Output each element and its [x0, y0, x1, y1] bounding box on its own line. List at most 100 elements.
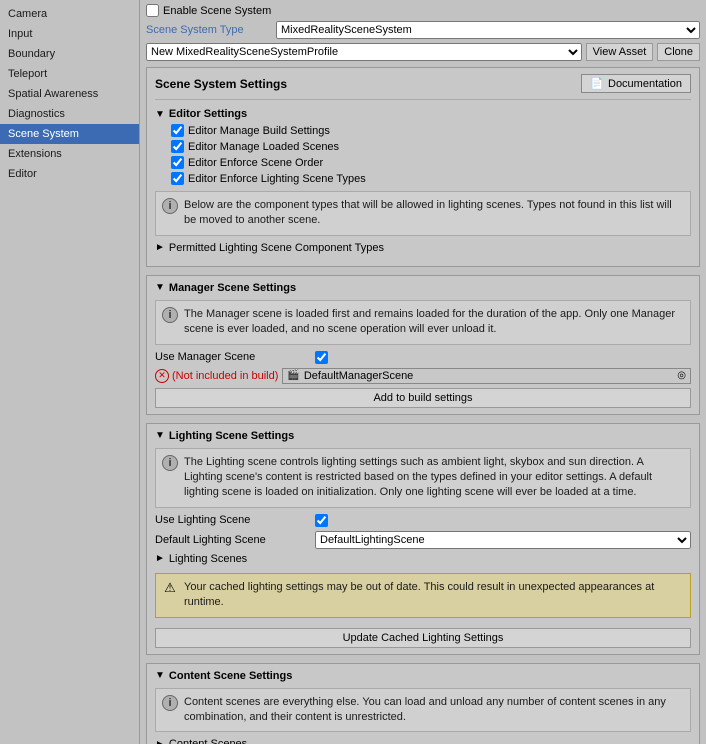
- content-scene-settings-header[interactable]: ▼ Content Scene Settings: [155, 670, 691, 682]
- scene-system-settings-box: Scene System Settings 📄 Documentation ▼ …: [146, 67, 700, 267]
- enable-scene-system-label: Enable Scene System: [163, 5, 271, 17]
- sidebar-item-teleport[interactable]: Teleport: [0, 64, 139, 84]
- lighting-info-text: Below are the component types that will …: [184, 198, 684, 229]
- content-settings-label: Content Scene Settings: [169, 670, 292, 682]
- content-scenes-row[interactable]: ► Content Scenes: [155, 738, 691, 744]
- sidebar-item-scene-system[interactable]: Scene System: [0, 124, 139, 144]
- documentation-button[interactable]: 📄 Documentation: [581, 74, 691, 93]
- manage-loaded-checkbox[interactable]: [171, 140, 184, 153]
- scene-system-type-select[interactable]: MixedRealitySceneSystem: [276, 21, 700, 39]
- sidebar-item-boundary[interactable]: Boundary: [0, 44, 139, 64]
- use-lighting-label: Use Lighting Scene: [155, 514, 315, 526]
- lighting-scenes-label: Lighting Scenes: [169, 553, 247, 565]
- manager-settings-arrow: ▼: [155, 282, 165, 293]
- default-lighting-dropdown[interactable]: DefaultLightingScene: [315, 531, 691, 549]
- use-manager-row: Use Manager Scene: [155, 351, 691, 364]
- warn-box: ⚠ Your cached lighting settings may be o…: [155, 573, 691, 618]
- warn-text: Your cached lighting settings may be out…: [184, 580, 684, 611]
- editor-settings-arrow: ▼: [155, 109, 165, 120]
- manage-build-row: Editor Manage Build Settings: [171, 124, 691, 137]
- manage-build-checkbox[interactable]: [171, 124, 184, 137]
- info-icon-3: i: [162, 455, 178, 471]
- lighting-scene-settings-header[interactable]: ▼ Lighting Scene Settings: [155, 430, 691, 442]
- use-manager-checkbox[interactable]: [315, 351, 328, 364]
- editor-settings-label: Editor Settings: [169, 108, 247, 120]
- manager-settings-label: Manager Scene Settings: [169, 282, 296, 294]
- enforce-lighting-row: Editor Enforce Lighting Scene Types: [171, 172, 691, 185]
- content-settings-arrow: ▼: [155, 670, 165, 681]
- warn-icon: ⚠: [162, 580, 178, 596]
- enable-scene-system-checkbox[interactable]: [146, 4, 159, 17]
- scene-system-settings-title: Scene System Settings: [155, 77, 287, 91]
- sidebar-item-camera[interactable]: Camera: [0, 4, 139, 24]
- default-lighting-label: Default Lighting Scene: [155, 534, 315, 546]
- permitted-arrow: ►: [155, 242, 165, 253]
- default-lighting-select[interactable]: DefaultLightingScene: [315, 531, 691, 549]
- manager-info-text: The Manager scene is loaded first and re…: [184, 307, 684, 338]
- doc-button-label: Documentation: [608, 78, 682, 90]
- enforce-order-label: Editor Enforce Scene Order: [188, 157, 323, 169]
- sidebar-item-diagnostics[interactable]: Diagnostics: [0, 104, 139, 124]
- profile-select[interactable]: New MixedRealitySceneSystemProfile: [146, 43, 582, 61]
- content-scenes-label: Content Scenes: [169, 738, 247, 744]
- lighting-settings-label: Lighting Scene Settings: [169, 430, 294, 442]
- default-lighting-row: Default Lighting Scene DefaultLightingSc…: [155, 531, 691, 549]
- info-icon-1: i: [162, 198, 178, 214]
- main-panel: Enable Scene System Scene System Type Mi…: [140, 0, 706, 744]
- use-lighting-row: Use Lighting Scene: [155, 514, 691, 527]
- sidebar-item-input[interactable]: Input: [0, 24, 139, 44]
- lighting-scenes-arrow: ►: [155, 553, 165, 564]
- content-scenes-arrow: ►: [155, 739, 165, 744]
- enforce-lighting-label: Editor Enforce Lighting Scene Types: [188, 173, 366, 185]
- profile-row: New MixedRealitySceneSystemProfile View …: [146, 43, 700, 61]
- content-info-box: i Content scenes are everything else. Yo…: [155, 688, 691, 733]
- manager-info-box: i The Manager scene is loaded first and …: [155, 300, 691, 345]
- enforce-lighting-checkbox[interactable]: [171, 172, 184, 185]
- content-info-text: Content scenes are everything else. You …: [184, 695, 684, 726]
- default-manager-scene-field: 🎬 DefaultManagerScene ◎: [282, 368, 691, 384]
- sidebar-item-spatial-awareness[interactable]: Spatial Awareness: [0, 84, 139, 104]
- manage-build-label: Editor Manage Build Settings: [188, 125, 330, 137]
- permitted-row[interactable]: ► Permitted Lighting Scene Component Typ…: [155, 242, 691, 254]
- manager-scene-settings-box: ▼ Manager Scene Settings i The Manager s…: [146, 275, 700, 415]
- not-included-badge: ✕ (Not included in build): [155, 369, 278, 383]
- scene-system-type-label: Scene System Type: [146, 24, 276, 36]
- scene-system-settings-header: Scene System Settings 📄 Documentation: [155, 74, 691, 93]
- enable-scene-system-row: Enable Scene System: [146, 4, 700, 17]
- target-icon[interactable]: ◎: [677, 370, 686, 381]
- content-scene-settings-box: ▼ Content Scene Settings i Content scene…: [146, 663, 700, 744]
- lighting-settings-arrow: ▼: [155, 430, 165, 441]
- use-lighting-checkbox[interactable]: [315, 514, 328, 527]
- lighting-scene-info-text: The Lighting scene controls lighting set…: [184, 455, 684, 501]
- update-cached-button[interactable]: Update Cached Lighting Settings: [155, 628, 691, 648]
- view-asset-button[interactable]: View Asset: [586, 43, 654, 61]
- scene-system-type-row: Scene System Type MixedRealitySceneSyste…: [146, 21, 700, 39]
- doc-icon: 📄: [590, 77, 604, 90]
- enforce-order-checkbox[interactable]: [171, 156, 184, 169]
- info-icon-2: i: [162, 307, 178, 323]
- not-included-label: (Not included in build): [172, 370, 278, 382]
- editor-settings-header[interactable]: ▼ Editor Settings: [155, 108, 691, 120]
- circle-x-icon: ✕: [155, 369, 169, 383]
- info-icon-4: i: [162, 695, 178, 711]
- sidebar-item-editor[interactable]: Editor: [0, 164, 139, 184]
- not-included-row: ✕ (Not included in build) 🎬 DefaultManag…: [155, 368, 691, 384]
- permitted-label: Permitted Lighting Scene Component Types: [169, 242, 384, 254]
- lighting-scene-settings-box: ▼ Lighting Scene Settings i The Lighting…: [146, 423, 700, 655]
- scene-icon: 🎬: [287, 370, 299, 381]
- clone-button[interactable]: Clone: [657, 43, 700, 61]
- divider-1: [155, 99, 691, 100]
- manage-loaded-row: Editor Manage Loaded Scenes: [171, 140, 691, 153]
- default-manager-scene-value: DefaultManagerScene: [304, 370, 413, 382]
- manage-loaded-label: Editor Manage Loaded Scenes: [188, 141, 339, 153]
- sidebar: CameraInputBoundaryTeleportSpatial Aware…: [0, 0, 140, 744]
- enforce-order-row: Editor Enforce Scene Order: [171, 156, 691, 169]
- manager-scene-settings-header[interactable]: ▼ Manager Scene Settings: [155, 282, 691, 294]
- add-build-button[interactable]: Add to build settings: [155, 388, 691, 408]
- lighting-scenes-row[interactable]: ► Lighting Scenes: [155, 553, 691, 565]
- sidebar-item-extensions[interactable]: Extensions: [0, 144, 139, 164]
- use-manager-label: Use Manager Scene: [155, 351, 315, 363]
- lighting-scene-info-box: i The Lighting scene controls lighting s…: [155, 448, 691, 508]
- editor-settings-subsection: ▼ Editor Settings Editor Manage Build Se…: [155, 108, 691, 254]
- lighting-info-box: i Below are the component types that wil…: [155, 191, 691, 236]
